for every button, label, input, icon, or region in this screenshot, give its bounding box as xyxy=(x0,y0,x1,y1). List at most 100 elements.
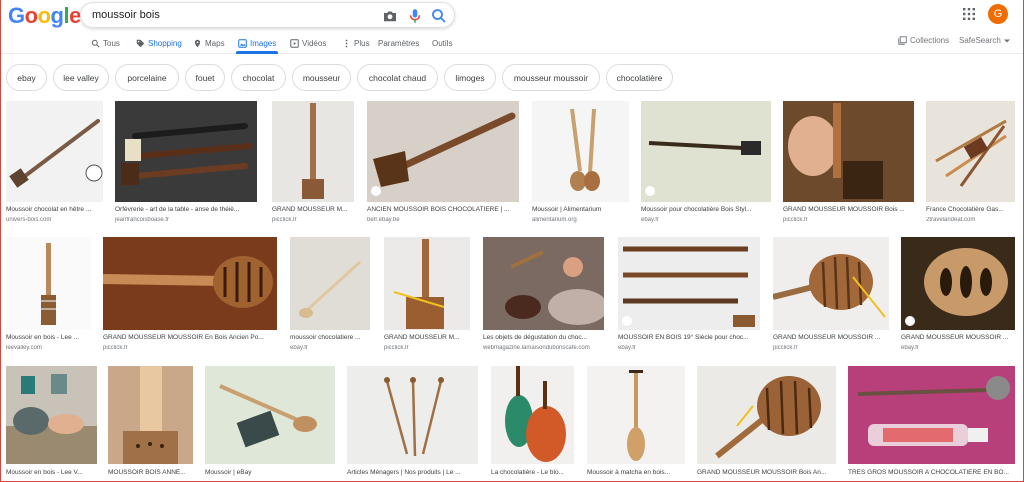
search-box[interactable]: moussoir bois xyxy=(80,2,455,28)
result-thumbnail[interactable] xyxy=(205,366,335,464)
result-thumbnail[interactable] xyxy=(6,101,103,202)
collections-button[interactable]: Collections xyxy=(898,36,949,45)
result-thumbnail[interactable] xyxy=(483,237,604,330)
pin-icon xyxy=(194,39,201,47)
tab-label: Shopping xyxy=(148,38,182,48)
page-frame: Google moussoir bois G Tous Shopping Map… xyxy=(0,0,1024,482)
result-thumbnail[interactable] xyxy=(901,237,1015,330)
tab-parametres[interactable]: Paramètres xyxy=(378,36,419,50)
microphone-icon[interactable] xyxy=(406,7,424,25)
chip-porcelaine[interactable]: porcelaine xyxy=(115,64,179,91)
image-result[interactable]: GRAND MOUSSEUR M... picclick.fr xyxy=(272,101,354,229)
result-thumbnail[interactable] xyxy=(108,366,193,464)
image-result[interactable]: GRAND MOUSSEUR MOUSSOIR Bois ... picclic… xyxy=(783,101,914,229)
result-source: ebay.fr xyxy=(901,345,919,351)
avatar[interactable]: G xyxy=(988,4,1008,24)
image-result[interactable]: Moussoir en bois - Lee V... xyxy=(6,366,97,481)
image-result[interactable]: Moussoir | Alimentarium alimentarium.org xyxy=(532,101,629,229)
image-result[interactable]: MOUSSOIR BOIS ANNÉ... xyxy=(108,366,193,481)
result-source: picclick.fr xyxy=(783,217,808,223)
result-caption: La chocolatière - Le blo... xyxy=(491,469,564,476)
tab-videos[interactable]: Vidéos xyxy=(290,36,326,50)
result-thumbnail[interactable] xyxy=(6,237,91,330)
result-thumbnail[interactable] xyxy=(272,101,354,202)
search-icon xyxy=(91,39,100,48)
tab-maps[interactable]: Maps xyxy=(193,36,225,50)
search-icon[interactable] xyxy=(430,7,448,25)
result-thumbnail[interactable] xyxy=(783,101,914,202)
chip-label: limoges xyxy=(455,72,485,83)
result-thumbnail[interactable] xyxy=(697,366,836,464)
chip-chocolat-chaud[interactable]: chocolat chaud xyxy=(357,64,438,91)
result-source: picclick.fr xyxy=(103,345,128,351)
image-result[interactable]: Orfèvrerie - art de la table - anse de t… xyxy=(115,101,257,229)
image-result[interactable]: Moussoir chocolat en hêtre ... univers-b… xyxy=(6,101,103,229)
chip-fouet[interactable]: fouet xyxy=(185,64,225,91)
result-thumbnail[interactable] xyxy=(384,237,470,330)
chip-mousseur-moussoir[interactable]: mousseur moussoir xyxy=(502,64,600,91)
image-result[interactable]: GRAND MOUSSEUR MOUSSOIR Bois An... xyxy=(697,366,836,481)
result-caption: GRAND MOUSSEUR MOUSSOIR ... xyxy=(901,334,1009,341)
image-result[interactable]: TRES GROS MOUSSOIR A CHOCOLATIERE EN BO.… xyxy=(848,366,1015,481)
result-thumbnail[interactable] xyxy=(347,366,478,464)
chip-chocolatiere[interactable]: chocolatière xyxy=(606,64,673,91)
google-logo[interactable]: Google xyxy=(8,3,81,29)
result-thumbnail[interactable] xyxy=(641,101,771,202)
tab-shopping[interactable]: Shopping xyxy=(136,36,182,50)
result-caption: Les objets de dégustation du choc... xyxy=(483,334,588,341)
result-thumbnail[interactable] xyxy=(848,366,1015,464)
apps-grid-icon[interactable] xyxy=(963,8,975,20)
result-thumbnail[interactable] xyxy=(491,366,574,464)
chip-mousseur[interactable]: mousseur xyxy=(292,64,351,91)
image-result[interactable]: GRAND MOUSSEUR M... picclick.fr xyxy=(384,237,470,355)
result-thumbnail[interactable] xyxy=(532,101,629,202)
result-caption: moussoir chocolatiere ... xyxy=(290,334,361,341)
image-result[interactable]: La chocolatière - Le blo... xyxy=(491,366,574,481)
result-caption: Articles Ménagers | Nos produits | Le ..… xyxy=(347,469,461,476)
result-thumbnail[interactable] xyxy=(618,237,760,330)
image-result[interactable]: Moussoir | eBay xyxy=(205,366,335,481)
result-thumbnail[interactable] xyxy=(6,366,97,464)
tab-label: Paramètres xyxy=(378,38,420,48)
chip-chocolat[interactable]: chocolat xyxy=(231,64,286,91)
camera-icon[interactable] xyxy=(381,7,399,25)
result-thumbnail[interactable] xyxy=(367,101,519,202)
tab-outils[interactable]: Outils xyxy=(432,36,452,50)
image-result[interactable]: GRAND MOUSSEUR MOUSSOIR En Bois Ancien P… xyxy=(103,237,277,355)
image-result[interactable]: Les objets de dégustation du choc... web… xyxy=(483,237,604,355)
result-thumbnail[interactable] xyxy=(103,237,277,330)
image-result[interactable]: Moussoir pour chocolatière Bois Styl... … xyxy=(641,101,771,229)
image-result[interactable]: MOUSSOIR EN BOIS 19° Siècle pour choc...… xyxy=(618,237,760,355)
result-caption: GRAND MOUSSEUR MOUSSOIR Bois An... xyxy=(697,469,827,476)
image-result[interactable]: GRAND MOUSSEUR MOUSSOIR ... ebay.fr xyxy=(901,237,1015,355)
chip-limoges[interactable]: limoges xyxy=(444,64,496,91)
tab-tous[interactable]: Tous xyxy=(91,36,120,50)
result-thumbnail[interactable] xyxy=(115,101,257,202)
tab-images[interactable]: Images xyxy=(238,36,276,50)
image-result[interactable]: GRAND MOUSSEUR MOUSSOIR ... picclick.fr xyxy=(773,237,889,355)
chip-ebay[interactable]: ebay xyxy=(6,64,47,91)
result-thumbnail[interactable] xyxy=(926,101,1015,202)
result-source: ebay.fr xyxy=(641,217,659,223)
image-result[interactable]: Moussoir à matcha en bois... xyxy=(587,366,685,481)
active-tab-indicator xyxy=(236,51,278,54)
image-result[interactable]: moussoir chocolatiere ... ebay.fr xyxy=(290,237,370,355)
image-result[interactable]: Articles Ménagers | Nos produits | Le ..… xyxy=(347,366,478,481)
result-caption: GRAND MOUSSEUR MOUSSOIR Bois ... xyxy=(783,206,905,213)
image-result[interactable]: France Chocolatière Gas... 2travelandeat… xyxy=(926,101,1015,229)
result-caption: Moussoir en bois - Lee ... xyxy=(6,334,79,341)
result-source: jeanfrancoisboase.fr xyxy=(115,217,170,223)
result-caption: Orfèvrerie - art de la table - anse de t… xyxy=(115,206,240,213)
chip-lee-valley[interactable]: lee valley xyxy=(53,64,109,91)
search-input[interactable]: moussoir bois xyxy=(92,9,160,21)
result-thumbnail[interactable] xyxy=(290,237,370,330)
safesearch-button[interactable]: SafeSearch xyxy=(959,36,1010,45)
result-source: befr.ebay.be xyxy=(367,217,400,223)
result-source: picclick.fr xyxy=(773,345,798,351)
collections-label: Collections xyxy=(910,36,950,45)
result-thumbnail[interactable] xyxy=(773,237,889,330)
image-result[interactable]: ANCIEN MOUSSOIR BOIS CHOCOLATIERE | ... … xyxy=(367,101,519,229)
result-thumbnail[interactable] xyxy=(587,366,685,464)
image-result[interactable]: Moussoir en bois - Lee ... leevalley.com xyxy=(6,237,91,355)
tab-plus[interactable]: Plus xyxy=(342,36,370,50)
